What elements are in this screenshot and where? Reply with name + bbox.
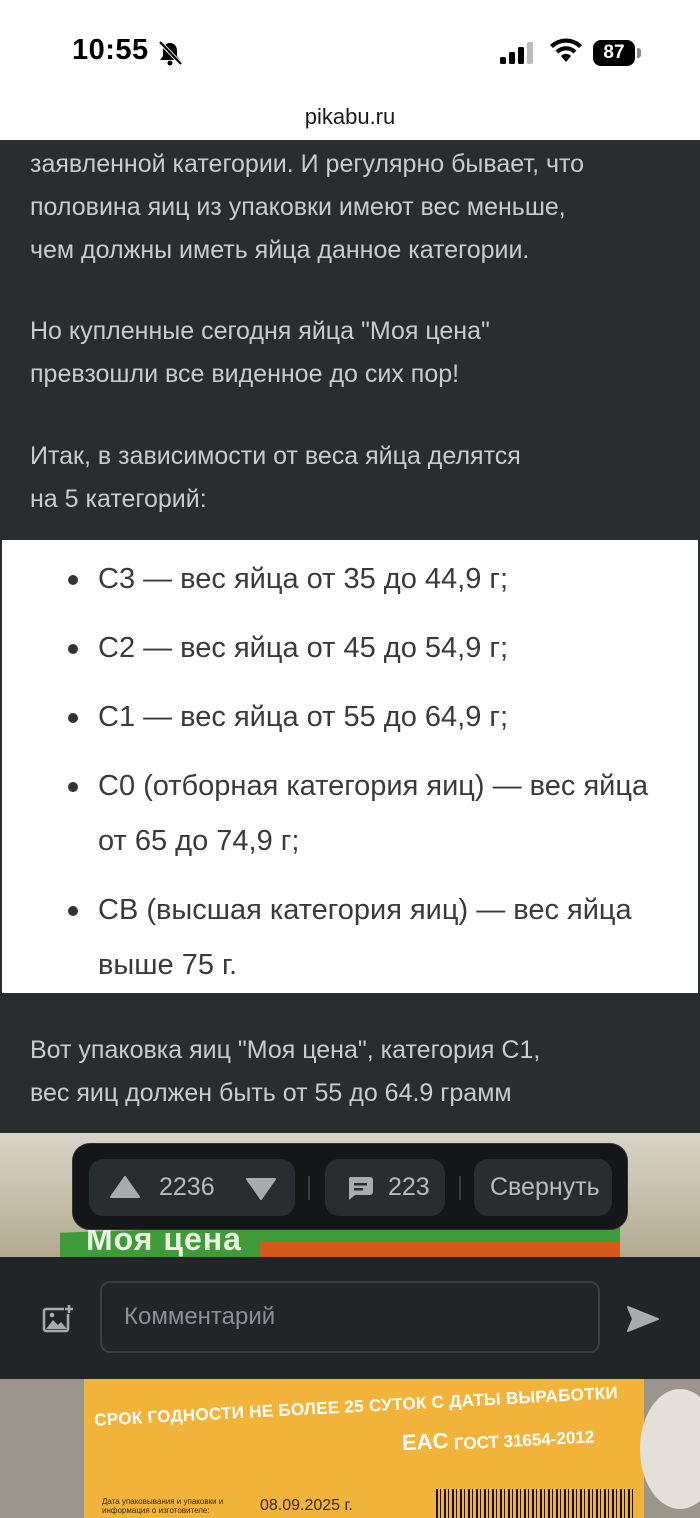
divider — [308, 1176, 310, 1200]
bullet-icon — [68, 575, 78, 585]
article-paragraph-1: заявленной категории. И регулярно бывает… — [30, 143, 680, 272]
package-label: СРОК ГОДНОСТИ НЕ БОЛЕЕ 25 СУТОК С ДАТЫ В… — [84, 1379, 644, 1518]
text-line: Вот упаковка яиц "Моя цена", категория С… — [30, 1036, 541, 1064]
bullet-icon — [68, 713, 78, 723]
status-bar: 10:55 87 pikabu.ru — [0, 0, 700, 140]
bullet-icon — [68, 644, 78, 654]
text-line: на 5 категорий: — [30, 485, 207, 513]
text-line: Но купленные сегодня яйца "Моя цена" — [30, 317, 490, 345]
list-item-text: С2 — вес яйца от 45 до 54,9 г; — [98, 632, 509, 664]
gost-text: ГОСТ 31654-2012 — [453, 1427, 595, 1454]
triangle-up-icon[interactable] — [109, 1175, 141, 1199]
collapse-button[interactable]: Свернуть — [474, 1159, 612, 1216]
text-line: чем должны иметь яйца данное категории. — [30, 236, 530, 264]
rating-count: 2236 — [159, 1173, 215, 1201]
bullet-icon — [68, 782, 78, 792]
status-time: 10:55 — [72, 34, 149, 66]
eac-mark: EAC — [401, 1427, 450, 1456]
send-arrow-icon[interactable] — [626, 1304, 660, 1334]
list-item-text: СВ (высшая категория яиц) — вес яйца выш… — [98, 894, 632, 981]
packing-date: 08.09.2025 г. — [260, 1497, 353, 1514]
list-item-text: С0 (отборная категория яиц) — вес яйца о… — [98, 770, 649, 857]
text-line: вес яиц должен быть от 55 до 64.9 грамм — [30, 1079, 512, 1107]
battery-indicator: 87 — [593, 40, 641, 66]
article-paragraph-4: Вот упаковка яиц "Моя цена", категория С… — [30, 1029, 680, 1115]
wifi-icon — [550, 38, 582, 62]
egg-package-label-photo[interactable]: СРОК ГОДНОСТИ НЕ БОЛЕЕ 25 СУТОК С ДАТЫ В… — [0, 1379, 700, 1518]
category-list-image[interactable]: С3 — вес яйца от 35 до 44,9 г; С2 — вес … — [2, 540, 698, 993]
rating-control: 2236 — [89, 1159, 295, 1216]
article-paragraph-3: Итак, в зависимости от веса яйца делятся… — [30, 435, 680, 521]
cellular-signal-icon — [500, 42, 533, 64]
address-bar-url[interactable]: pikabu.ru — [0, 104, 700, 130]
egg-shape — [640, 1389, 700, 1509]
text-line: Итак, в зависимости от веса яйца делятся — [30, 442, 521, 470]
image-plus-icon[interactable] — [42, 1304, 74, 1334]
list-item-text: С1 — вес яйца от 55 до 64,9 г; — [98, 701, 509, 733]
list-item-text: С3 — вес яйца от 35 до 44,9 г; — [98, 563, 509, 595]
battery-tip — [637, 48, 641, 58]
comments-count: 223 — [388, 1173, 430, 1201]
text-line: половина яиц из упаковки имеют вес меньш… — [30, 193, 566, 221]
packing-date-label: Дата упаковывания и упаковки и информаци… — [102, 1497, 224, 1515]
bell-slash-icon — [158, 40, 183, 66]
comment-bar — [0, 1257, 700, 1379]
divider — [459, 1176, 461, 1200]
article-paragraph-2: Но купленные сегодня яйца "Моя цена" пре… — [30, 310, 680, 396]
text-line: заявленной категории. И регулярно бывает… — [30, 150, 585, 178]
barcode — [436, 1489, 636, 1518]
comments-button[interactable]: 223 — [325, 1159, 445, 1216]
comment-input[interactable] — [100, 1281, 600, 1353]
text-line: превзошли все виденное до сих пор! — [30, 360, 460, 388]
bullet-icon — [68, 906, 78, 916]
collapse-label: Свернуть — [490, 1173, 600, 1201]
post-action-bar: 2236 223 Свернуть — [72, 1143, 628, 1230]
battery-level: 87 — [593, 40, 635, 66]
package-orange-band — [260, 1241, 620, 1257]
comment-bubble-icon — [348, 1177, 373, 1200]
triangle-down-icon[interactable] — [245, 1177, 277, 1201]
